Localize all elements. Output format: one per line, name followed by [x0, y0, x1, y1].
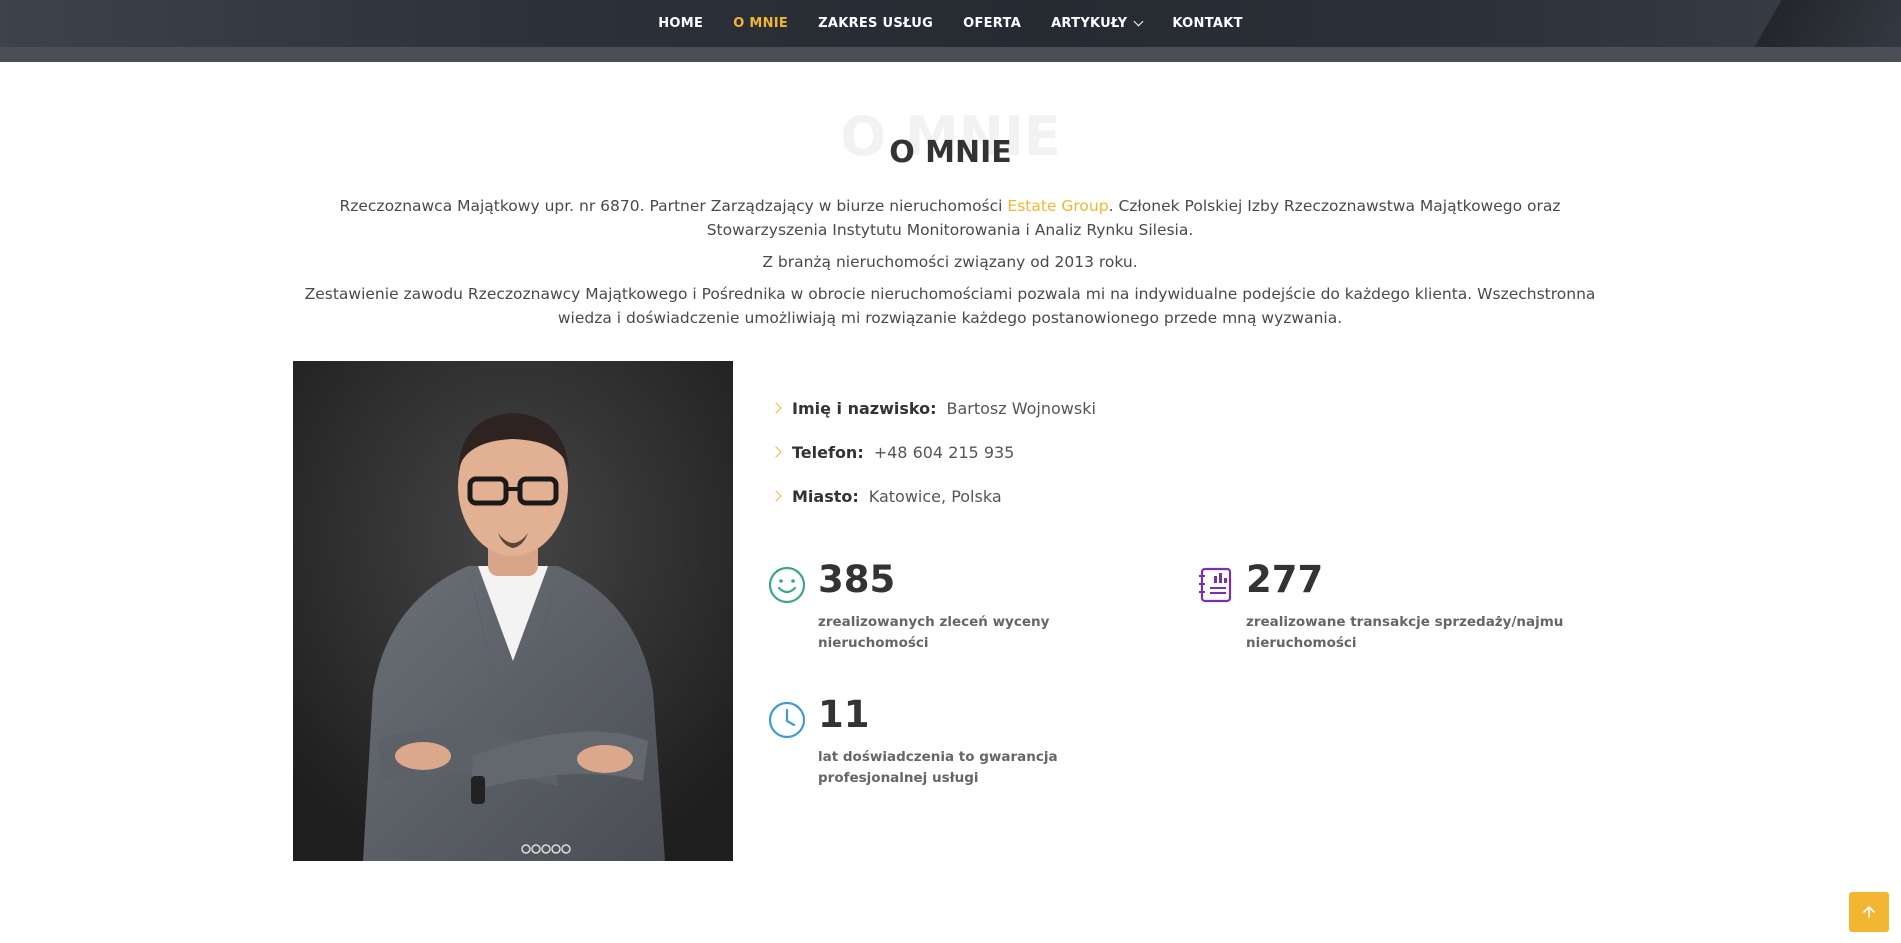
nav-kontakt[interactable]: KONTAKT	[1172, 16, 1242, 31]
personal-info-list: Imię i nazwisko: Bartosz Wojnowski Telef…	[770, 386, 1372, 518]
scroll-to-top-button[interactable]	[1849, 892, 1889, 932]
nav-menu: HOME O MNIE ZAKRES USŁUG OFERTA ARTYKUŁY…	[0, 0, 1901, 47]
stat-valuations-label: zrealizowanych zleceń wyceny nieruchomoś…	[818, 614, 1050, 651]
nav-zakres-uslug-label: ZAKRES USŁUG	[818, 16, 934, 31]
stat-transactions-label: zrealizowane transakcje sprzedaży/najmu …	[1246, 614, 1564, 651]
nav-kontakt-label: KONTAKT	[1172, 16, 1243, 31]
info-value-city: Katowice, Polska	[868, 486, 1002, 506]
section-title-block: O MNIE O MNIE	[0, 105, 1901, 175]
info-row-city: Miasto: Katowice, Polska	[770, 474, 1372, 518]
info-value-phone[interactable]: +48 604 215 935	[874, 443, 1015, 462]
intro-p1-before: Rzeczoznawca Majątkowy upr. nr 6870. Par…	[339, 197, 1008, 215]
navbar-strip	[0, 47, 1901, 62]
info-key-city: Miasto:	[792, 486, 859, 506]
estate-group-link[interactable]: Estate Group	[1007, 197, 1108, 215]
info-value-name: Bartosz Wojnowski	[946, 398, 1096, 418]
nav-home[interactable]: HOME	[658, 16, 703, 31]
nav-artykuly-label: ARTYKUŁY	[1051, 16, 1128, 31]
clock-icon	[768, 701, 806, 739]
nav-oferta-label: OFERTA	[963, 16, 1022, 31]
stat-valuations-number: 385	[818, 558, 896, 601]
intro-paragraph-1: Rzeczoznawca Majątkowy upr. nr 6870. Par…	[300, 194, 1600, 242]
smile-icon	[768, 566, 806, 604]
nav-home-label: HOME	[658, 16, 704, 31]
intro-text: Rzeczoznawca Majątkowy upr. nr 6870. Par…	[300, 194, 1600, 338]
chevron-right-icon	[770, 402, 782, 414]
chevron-right-icon	[770, 490, 782, 502]
stat-experience-number: 11	[818, 693, 870, 736]
stat-transactions-number: 277	[1246, 558, 1324, 601]
info-row-name: Imię i nazwisko: Bartosz Wojnowski	[770, 386, 1372, 430]
nav-artykuly[interactable]: ARTYKUŁY	[1051, 16, 1144, 31]
intro-paragraph-3: Zestawienie zawodu Rzeczoznawcy Majątkow…	[304, 285, 1596, 327]
portrait-photo	[293, 361, 733, 861]
chevron-right-icon	[770, 446, 782, 458]
nav-o-mnie-label: O MNIE	[733, 16, 789, 31]
nav-o-mnie[interactable]: O MNIE	[733, 16, 788, 31]
intro-paragraph-2: Z branżą nieruchomości związany od 2013 …	[762, 253, 1138, 271]
info-key-name: Imię i nazwisko:	[792, 398, 937, 418]
section-title: O MNIE	[889, 135, 1012, 170]
top-navbar: HOME O MNIE ZAKRES USŁUG OFERTA ARTYKUŁY…	[0, 0, 1901, 62]
nav-oferta[interactable]: OFERTA	[963, 16, 1021, 31]
report-icon	[1199, 567, 1232, 603]
chevron-down-icon	[1133, 16, 1144, 27]
info-row-phone: Telefon: +48 604 215 935	[770, 430, 1372, 474]
stat-experience-label: lat doświadczenia to gwarancja profesjon…	[818, 749, 1058, 786]
nav-zakres-uslug[interactable]: ZAKRES USŁUG	[818, 16, 933, 31]
arrow-up-icon	[1863, 905, 1875, 918]
info-key-phone: Telefon:	[792, 442, 864, 462]
